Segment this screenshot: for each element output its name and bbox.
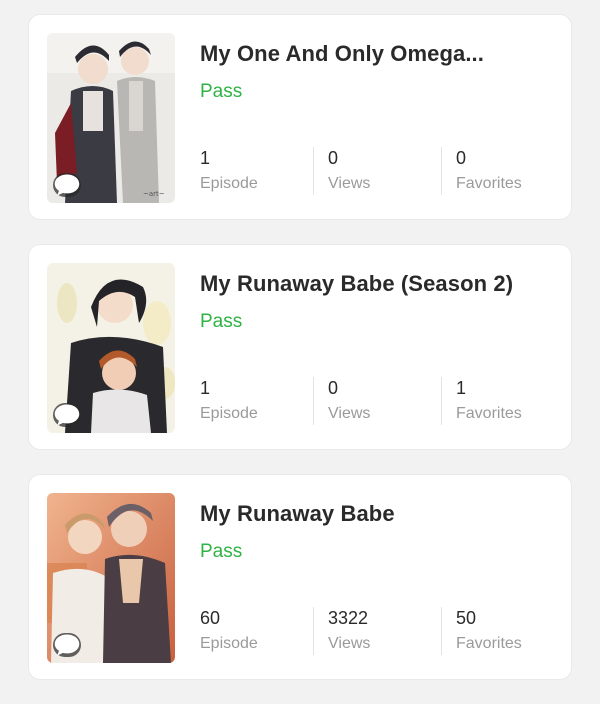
series-card[interactable]: My Runaway Babe (Season 2) Pass 1 Episod… <box>28 244 572 450</box>
stat-episodes-value: 60 <box>200 608 221 628</box>
stat-episodes-label: Episode <box>200 175 258 192</box>
stat-favorites-value: 0 <box>456 148 467 168</box>
stat-views-value: 0 <box>328 378 339 398</box>
series-stats: 1 Episode 0 Views 0 Favorites <box>200 147 560 195</box>
stat-episodes-value: 1 <box>200 378 211 398</box>
stat-episodes-label: Episode <box>200 635 258 652</box>
series-title[interactable]: My One And Only Omega... <box>200 41 560 67</box>
stat-favorites-label: Favorites <box>456 175 522 192</box>
series-cover-image[interactable] <box>47 263 175 433</box>
stat-divider <box>441 607 442 655</box>
stat-views: 3322 Views <box>328 607 370 655</box>
stat-favorites-value: 1 <box>456 378 467 398</box>
svg-text:~art~: ~art~ <box>143 190 165 198</box>
series-status-badge: Pass <box>200 81 243 102</box>
series-title[interactable]: My Runaway Babe <box>200 501 560 527</box>
stat-episodes-label: Episode <box>200 405 258 422</box>
series-status-badge: Pass <box>200 541 243 562</box>
stat-views-label: Views <box>328 175 371 192</box>
series-title[interactable]: My Runaway Babe (Season 2) <box>200 271 560 297</box>
series-card[interactable]: ~art~ My One And Only Omega... Pass 1 Ep… <box>28 14 572 220</box>
series-stats: 1 Episode 0 Views 1 Favorites <box>200 377 560 425</box>
stat-favorites-value: 50 <box>456 608 477 628</box>
stat-episodes: 60 Episode <box>200 607 258 655</box>
stat-favorites-label: Favorites <box>456 405 522 422</box>
stat-favorites: 0 Favorites <box>456 147 522 195</box>
stat-views: 0 Views <box>328 147 370 195</box>
stat-divider <box>441 377 442 425</box>
stat-views-value: 3322 <box>328 608 369 628</box>
stat-views-value: 0 <box>328 148 339 168</box>
stat-divider <box>313 377 314 425</box>
comment-bubble-icon <box>53 403 81 427</box>
series-stats: 60 Episode 3322 Views 50 Favorites <box>200 607 560 655</box>
stat-favorites-label: Favorites <box>456 635 522 652</box>
comment-bubble-icon <box>53 633 81 657</box>
stat-episodes: 1 Episode <box>200 147 258 195</box>
comment-bubble-icon <box>53 173 81 197</box>
stat-episodes-value: 1 <box>200 148 211 168</box>
stat-divider <box>313 147 314 195</box>
stat-divider <box>313 607 314 655</box>
stat-favorites: 1 Favorites <box>456 377 522 425</box>
stat-episodes: 1 Episode <box>200 377 258 425</box>
series-cover-image[interactable]: ω <box>47 493 175 663</box>
series-status-badge: Pass <box>200 311 243 332</box>
series-card[interactable]: ω My Runaway Babe Pass 60 Episode 3 <box>28 474 572 680</box>
stat-views-label: Views <box>328 635 371 652</box>
series-cover-image[interactable]: ~art~ <box>47 33 175 203</box>
stat-views-label: Views <box>328 405 371 422</box>
stat-favorites: 50 Favorites <box>456 607 522 655</box>
stat-views: 0 Views <box>328 377 370 425</box>
stat-divider <box>441 147 442 195</box>
series-list: ~art~ My One And Only Omega... Pass 1 Ep… <box>28 14 572 704</box>
